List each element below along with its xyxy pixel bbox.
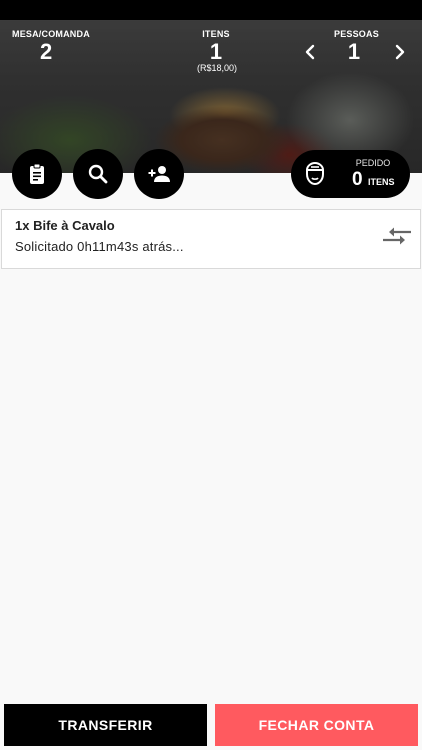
order-label: PEDIDO bbox=[355, 158, 391, 168]
table-label: MESA/COMANDA bbox=[12, 29, 90, 39]
items-subtotal: (R$18,00) bbox=[196, 63, 238, 73]
order-count: 0 bbox=[352, 169, 363, 190]
clipboard-icon bbox=[25, 162, 49, 186]
items-count: 1 bbox=[209, 39, 223, 64]
item-status: Solicitado 0h11m43s atrás... bbox=[15, 239, 184, 254]
order-summary-button[interactable]: PEDIDO 0 ITENS bbox=[291, 150, 410, 198]
transfer-button[interactable]: TRANSFERIR bbox=[4, 704, 207, 746]
clipboard-button[interactable] bbox=[12, 149, 62, 199]
close-account-button[interactable]: FECHAR CONTA bbox=[215, 704, 418, 746]
table-number: 2 bbox=[40, 39, 53, 64]
people-count: 1 bbox=[347, 39, 361, 64]
add-person-button[interactable] bbox=[134, 149, 184, 199]
order-unit: ITENS bbox=[368, 177, 395, 187]
chevron-left-icon[interactable] bbox=[304, 44, 318, 60]
items-label: ITENS bbox=[202, 29, 230, 39]
footer-actions: TRANSFERIR FECHAR CONTA bbox=[0, 704, 422, 750]
chef-hat-icon bbox=[303, 161, 327, 187]
chevron-right-icon[interactable] bbox=[392, 44, 406, 60]
search-button[interactable] bbox=[73, 149, 123, 199]
transfer-arrows-icon[interactable] bbox=[382, 224, 412, 248]
add-person-icon bbox=[147, 162, 171, 186]
status-bar bbox=[0, 0, 422, 20]
search-icon bbox=[86, 162, 110, 186]
item-title: 1x Bife à Cavalo bbox=[15, 218, 115, 233]
people-label: PESSOAS bbox=[334, 29, 379, 39]
list-item[interactable]: 1x Bife à Cavalo Solicitado 0h11m43s atr… bbox=[1, 209, 421, 269]
